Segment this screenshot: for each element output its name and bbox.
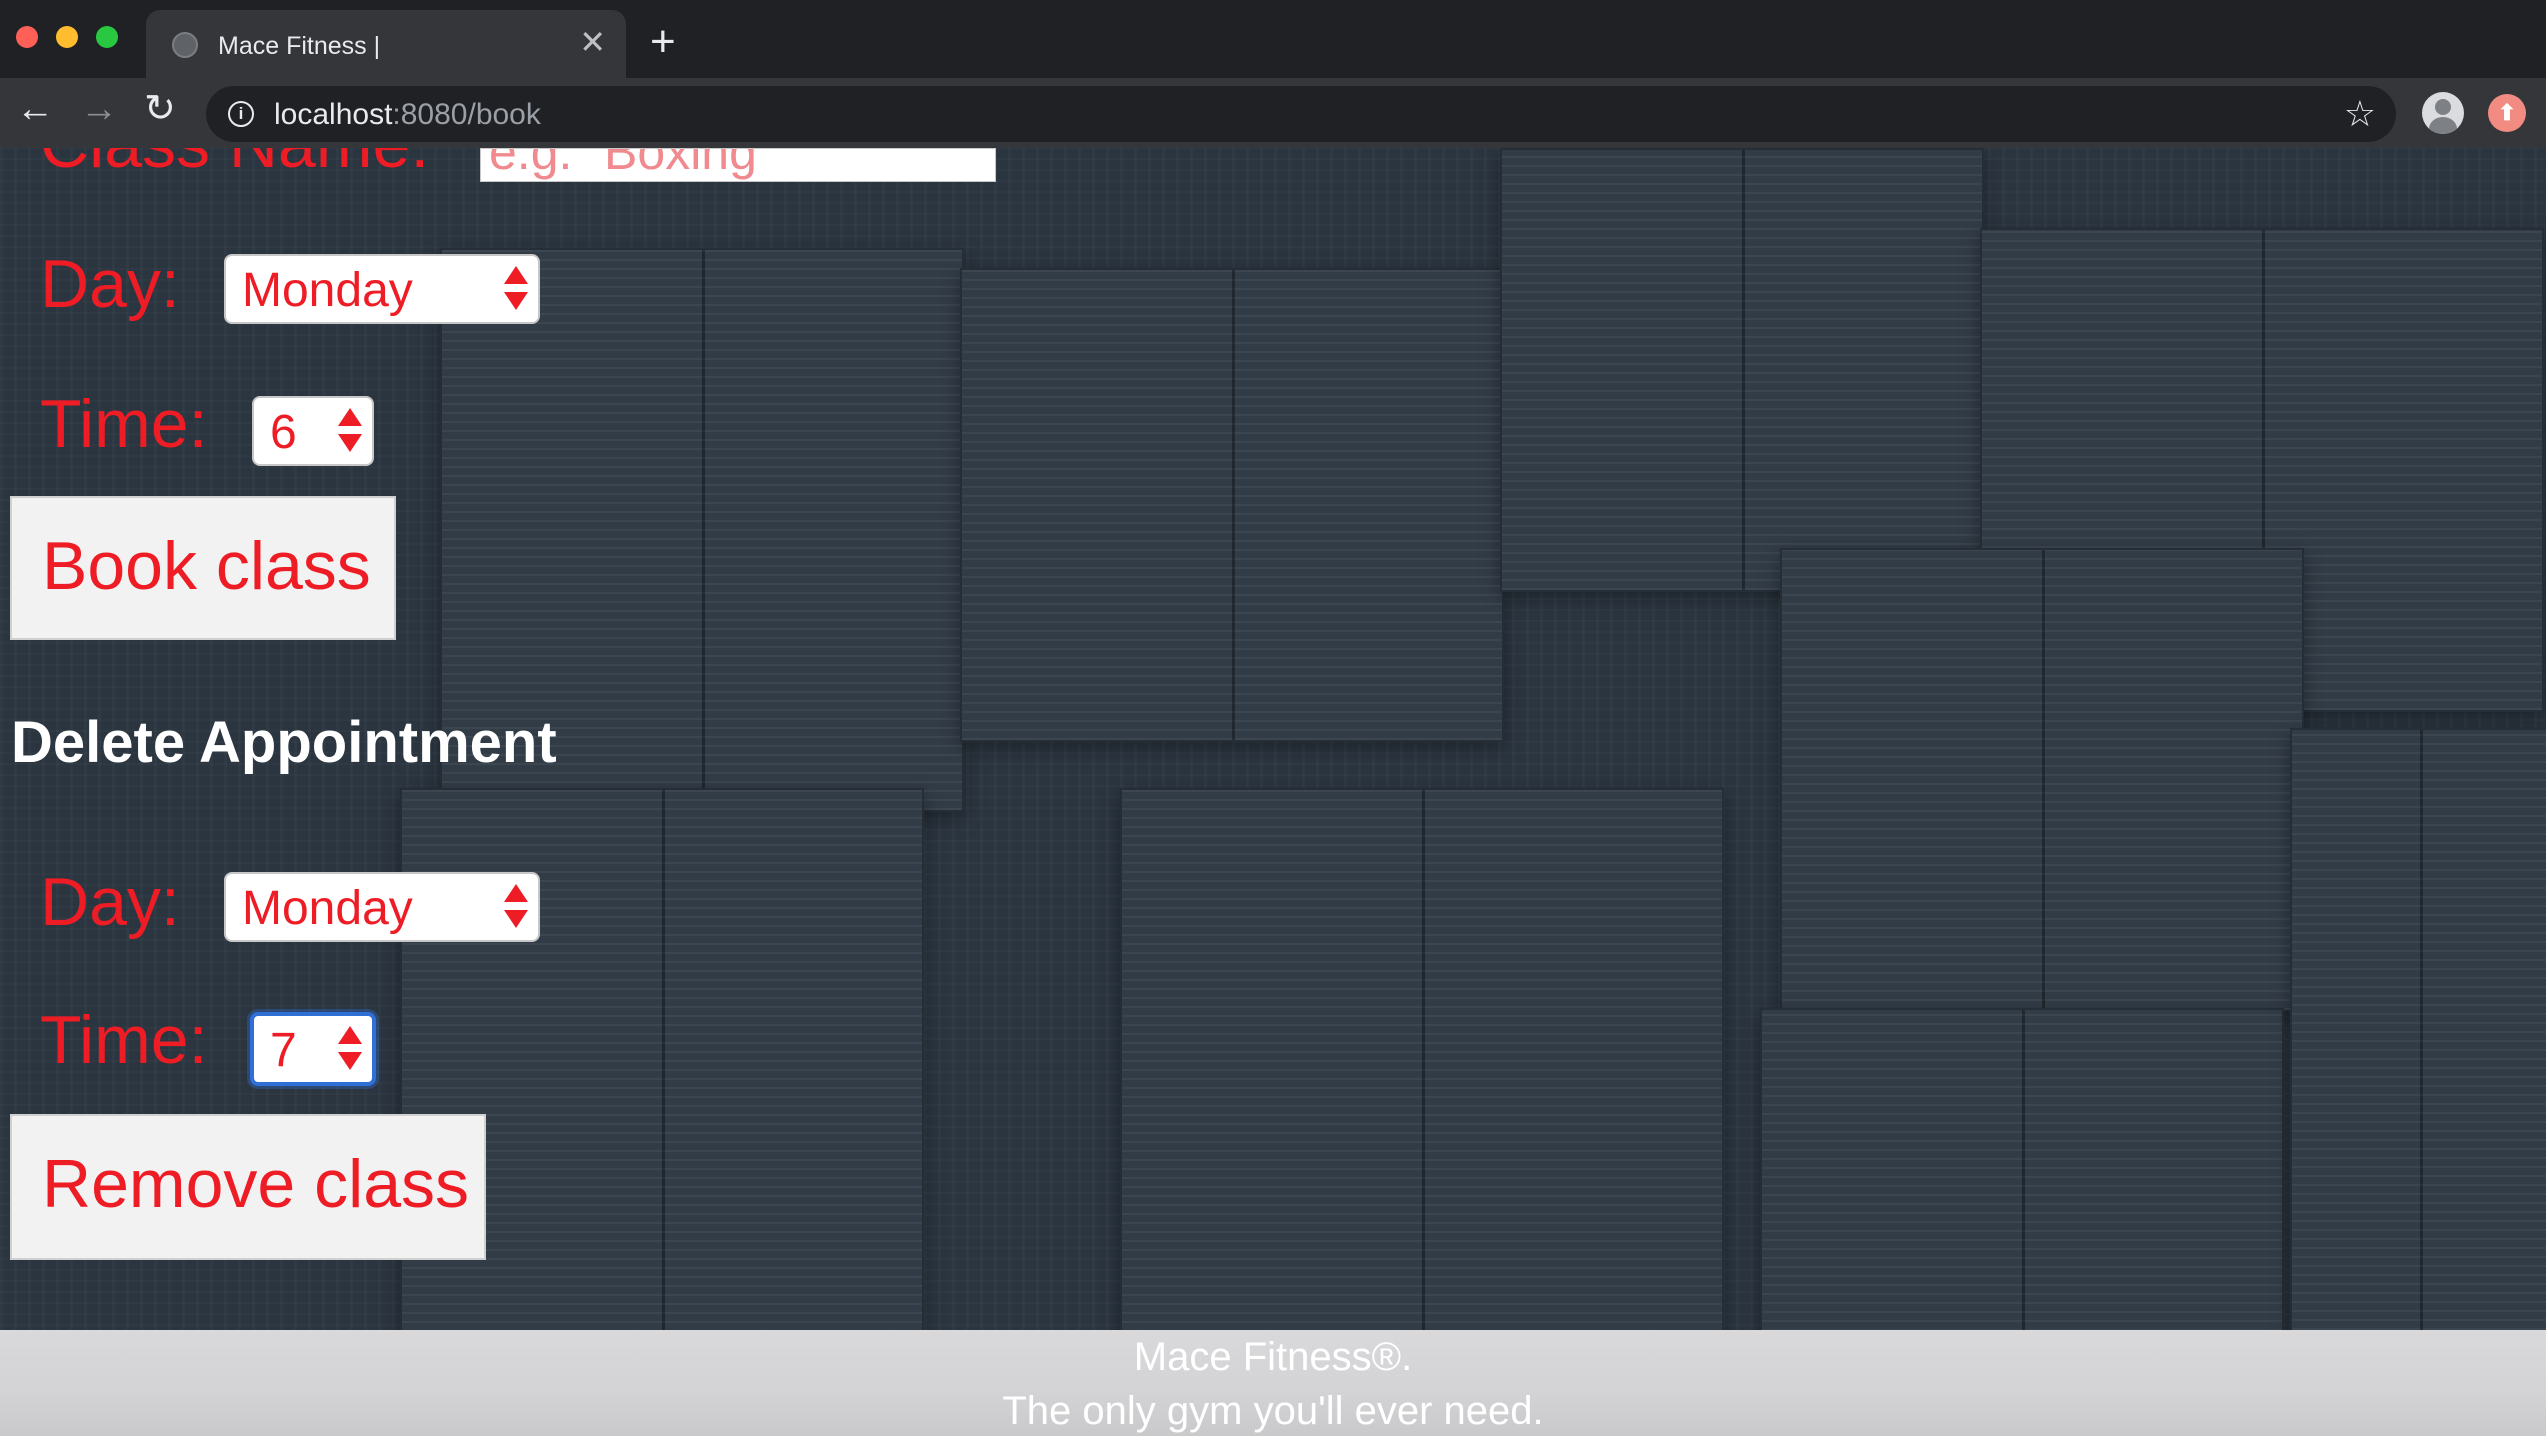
- url-path: :8080/book: [392, 98, 541, 131]
- book-day-label: Day:: [40, 246, 180, 322]
- address-bar[interactable]: i localhost:8080/book ☆: [206, 86, 2396, 142]
- page-footer: Mace Fitness®. The only gym you'll ever …: [0, 1330, 2546, 1436]
- forward-arrow-icon[interactable]: →: [80, 90, 118, 128]
- delete-appointment-heading: Delete Appointment: [11, 710, 557, 775]
- book-day-select[interactable]: Monday: [224, 254, 540, 324]
- delete-day-value: Monday: [242, 882, 413, 935]
- remove-class-button[interactable]: Remove class: [10, 1114, 486, 1260]
- book-time-label: Time:: [40, 386, 208, 462]
- back-arrow-icon[interactable]: ←: [16, 90, 54, 128]
- background-book: [1780, 548, 2304, 1012]
- class-name-placeholder: e.g. "Boxing": [489, 148, 775, 180]
- browser-toolbar: ← → ↻ i localhost:8080/book ☆ ⬆: [0, 78, 2546, 148]
- background-book: [960, 268, 1504, 742]
- select-arrows-icon: [504, 884, 528, 930]
- background-book: [1120, 788, 1724, 1352]
- tab-title: Mace Fitness |: [218, 32, 381, 60]
- footer-brand: Mace Fitness®.: [1133, 1335, 1413, 1379]
- book-day-value: Monday: [242, 264, 413, 317]
- url-text[interactable]: localhost:8080/book: [274, 98, 541, 132]
- window-zoom-button[interactable]: [96, 26, 118, 48]
- book-class-button[interactable]: Book class: [10, 496, 396, 640]
- delete-time-value: 7: [270, 1024, 297, 1077]
- close-tab-icon[interactable]: ✕: [579, 26, 606, 58]
- class-name-label: Class Name:: [40, 148, 429, 178]
- window-close-button[interactable]: [16, 26, 38, 48]
- book-time-value: 6: [270, 406, 297, 459]
- extension-icon[interactable]: ⬆: [2488, 94, 2526, 132]
- delete-time-select[interactable]: 7: [250, 1012, 376, 1086]
- browser-tab-strip: Mace Fitness | ✕ +: [0, 0, 2546, 78]
- browser-tab-active[interactable]: Mace Fitness | ✕: [146, 10, 626, 78]
- window-minimize-button[interactable]: [56, 26, 78, 48]
- background-book: [1500, 148, 1984, 592]
- delete-day-select[interactable]: Monday: [224, 872, 540, 942]
- delete-time-label: Time:: [40, 1002, 208, 1078]
- select-arrows-icon: [504, 266, 528, 312]
- book-time-select[interactable]: 6: [252, 396, 374, 466]
- page-viewport: Class Name: e.g. "Boxing" Day: Monday Ti…: [0, 148, 2546, 1436]
- site-info-icon[interactable]: i: [228, 101, 254, 127]
- select-arrows-icon: [338, 1026, 362, 1072]
- select-arrows-icon: [338, 408, 362, 454]
- delete-day-label: Day:: [40, 864, 180, 940]
- bookmark-star-icon[interactable]: ☆: [2344, 92, 2376, 135]
- globe-icon: [172, 32, 198, 58]
- background-book: [2290, 728, 2546, 1332]
- profile-avatar-icon[interactable]: [2422, 92, 2464, 134]
- url-host: localhost: [274, 98, 393, 131]
- reload-icon[interactable]: ↻: [144, 90, 176, 128]
- class-name-input[interactable]: e.g. "Boxing": [480, 148, 996, 182]
- footer-tagline: The only gym you'll ever need.: [1002, 1389, 1544, 1433]
- new-tab-button[interactable]: +: [650, 20, 676, 64]
